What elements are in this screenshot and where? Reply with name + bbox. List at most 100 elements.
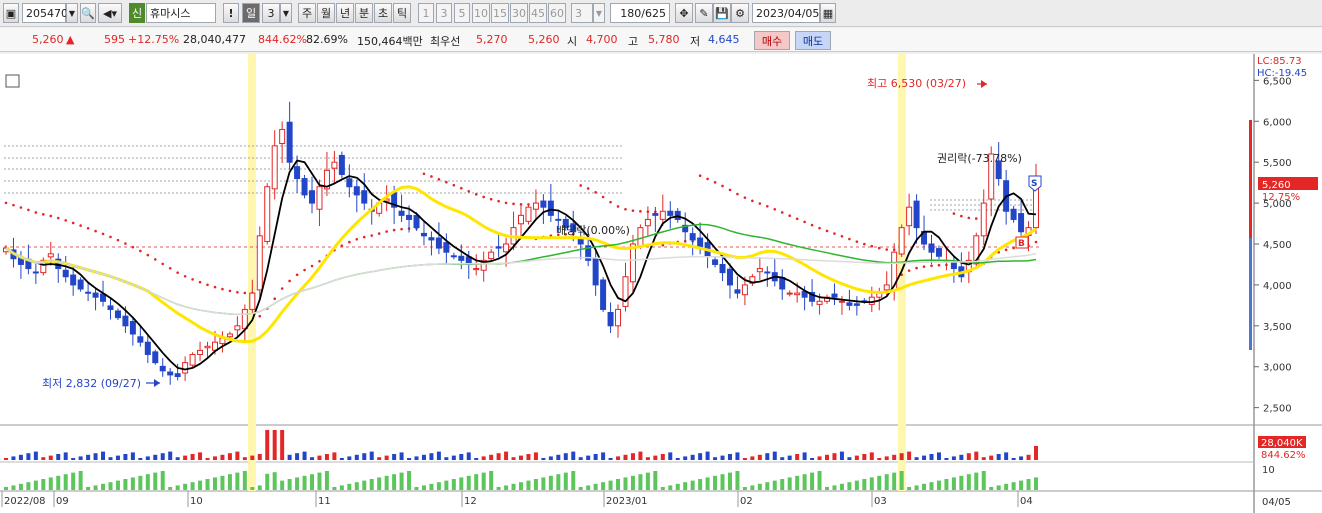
candle-body <box>182 362 189 374</box>
volume-bar <box>623 454 628 460</box>
sar-dot <box>94 229 97 233</box>
lower-indicator-bar <box>869 477 874 490</box>
volume-bar <box>444 457 449 460</box>
candle-body <box>853 303 860 306</box>
best-quote-label: 최우선 <box>430 35 461 48</box>
display-count-field[interactable]: 180/625 <box>610 3 670 23</box>
period-year-button[interactable]: 년 <box>336 3 354 23</box>
lower-indicator-bar <box>1011 482 1016 490</box>
high-price: 5,780 <box>648 33 680 46</box>
period-week-button[interactable]: 주 <box>298 3 316 23</box>
candle-body <box>443 242 450 253</box>
volume-bar <box>354 454 359 460</box>
pencil-icon[interactable]: ✎ <box>695 3 713 23</box>
crosshair-icon[interactable]: ✥ <box>675 3 693 23</box>
sar-dot <box>639 210 642 213</box>
lower-indicator-bar <box>399 472 404 490</box>
lower-indicator-bar <box>884 474 889 490</box>
sar-dot <box>49 214 53 218</box>
volume-bar <box>802 452 807 460</box>
period-minute-button[interactable]: 분 <box>355 3 373 23</box>
sar-dot <box>27 208 30 212</box>
period-multiplier[interactable]: 3 <box>262 3 280 23</box>
lower-indicator-bar <box>989 487 994 490</box>
period-day-button[interactable]: 일 <box>242 3 260 23</box>
chart-area[interactable]: 6,500 6,000 5,500 5,000 4,500 4,000 3,500 3,000… <box>0 54 1322 513</box>
period-dropdown-icon[interactable]: ▼ <box>280 3 292 23</box>
candle-body <box>607 311 614 327</box>
candle-body <box>846 302 853 306</box>
interval-3-button[interactable]: 3 <box>436 3 452 23</box>
lower-indicator-bar <box>519 482 523 490</box>
volume-bar <box>519 455 523 460</box>
y-tick-label: 4,500 <box>1263 240 1292 251</box>
price-chart[interactable]: 6,5006,0005,5005,0004,5004,0003,5003,000… <box>0 54 1322 513</box>
custom-interval-input[interactable]: 3 <box>571 3 593 23</box>
volume-bar <box>220 454 225 460</box>
sar-dot <box>751 199 754 203</box>
lower-indicator-bar <box>175 485 180 490</box>
volume-bar <box>145 456 150 460</box>
low-annotation: 최저 2,832 (09/27) <box>42 377 141 390</box>
lower-indicator-bar <box>586 485 591 490</box>
candle-body <box>644 218 651 227</box>
save-icon[interactable]: 💾 <box>713 3 731 23</box>
calendar-icon[interactable]: ▦ <box>820 3 836 23</box>
volume-bar <box>548 456 553 460</box>
candle-body <box>32 271 39 274</box>
alert-button[interactable]: ! <box>223 3 239 23</box>
candle-body <box>637 227 644 247</box>
lower-indicator-bar <box>742 487 747 490</box>
sell-button[interactable]: 매도 <box>795 31 831 50</box>
lower-indicator-bar <box>966 474 971 490</box>
candle-body <box>1018 213 1025 233</box>
sar-dot <box>803 220 806 224</box>
candle-body <box>816 300 823 305</box>
interval-1-button[interactable]: 1 <box>418 3 434 23</box>
sar-dot <box>370 234 374 237</box>
lower-indicator-bar <box>645 472 650 490</box>
stock-code-input[interactable]: 205470 <box>22 3 68 23</box>
interval-15-button[interactable]: 15 <box>491 3 509 23</box>
sar-dot <box>855 240 859 243</box>
rights-annotation: 권리락(-73.78%) <box>937 152 1022 165</box>
lower-indicator-bar <box>339 485 344 490</box>
candle-body <box>197 349 204 355</box>
interval-10-button[interactable]: 10 <box>472 3 490 23</box>
search-icon[interactable]: 🔍 <box>80 3 96 23</box>
code-dropdown-icon[interactable]: ▼ <box>66 3 78 23</box>
lower-indicator-bar <box>295 477 300 490</box>
sar-dot <box>467 189 471 193</box>
speaker-icon[interactable]: ◀▾ <box>98 3 122 23</box>
lower-indicator-bar <box>153 472 158 490</box>
period-tick-button[interactable]: 틱 <box>393 3 411 23</box>
volume-bar <box>608 458 613 460</box>
date-field[interactable]: 2023/04/05 <box>752 3 820 23</box>
sar-dot <box>318 259 321 263</box>
lower-indicator-bar <box>108 482 113 490</box>
interval-60-button[interactable]: 60 <box>548 3 566 23</box>
period-second-button[interactable]: 초 <box>374 3 392 23</box>
interval-45-button[interactable]: 45 <box>529 3 547 23</box>
lower-indicator-bar <box>653 471 658 490</box>
volume-bar <box>959 454 964 460</box>
sar-dot <box>303 268 306 272</box>
interval-dropdown-icon[interactable]: ▼ <box>593 3 605 23</box>
interval-5-button[interactable]: 5 <box>454 3 470 23</box>
interval-30-button[interactable]: 30 <box>510 3 528 23</box>
sar-dot <box>64 219 68 222</box>
stock-name-field[interactable]: 휴마시스 <box>146 3 216 23</box>
window-icon[interactable]: ▣ <box>3 3 19 23</box>
sar-dot <box>788 214 791 217</box>
sar-dot <box>833 232 836 235</box>
volume-bar <box>1011 458 1016 460</box>
candle-body <box>555 218 562 221</box>
volume-bar <box>160 453 165 460</box>
period-month-button[interactable]: 월 <box>317 3 335 23</box>
volume-bar <box>295 453 300 460</box>
lower-indicator-bar <box>608 480 613 490</box>
volume-bar <box>429 453 434 460</box>
volume-bar <box>533 452 538 460</box>
gear-icon[interactable]: ⚙ <box>731 3 749 23</box>
buy-button[interactable]: 매수 <box>754 31 790 50</box>
